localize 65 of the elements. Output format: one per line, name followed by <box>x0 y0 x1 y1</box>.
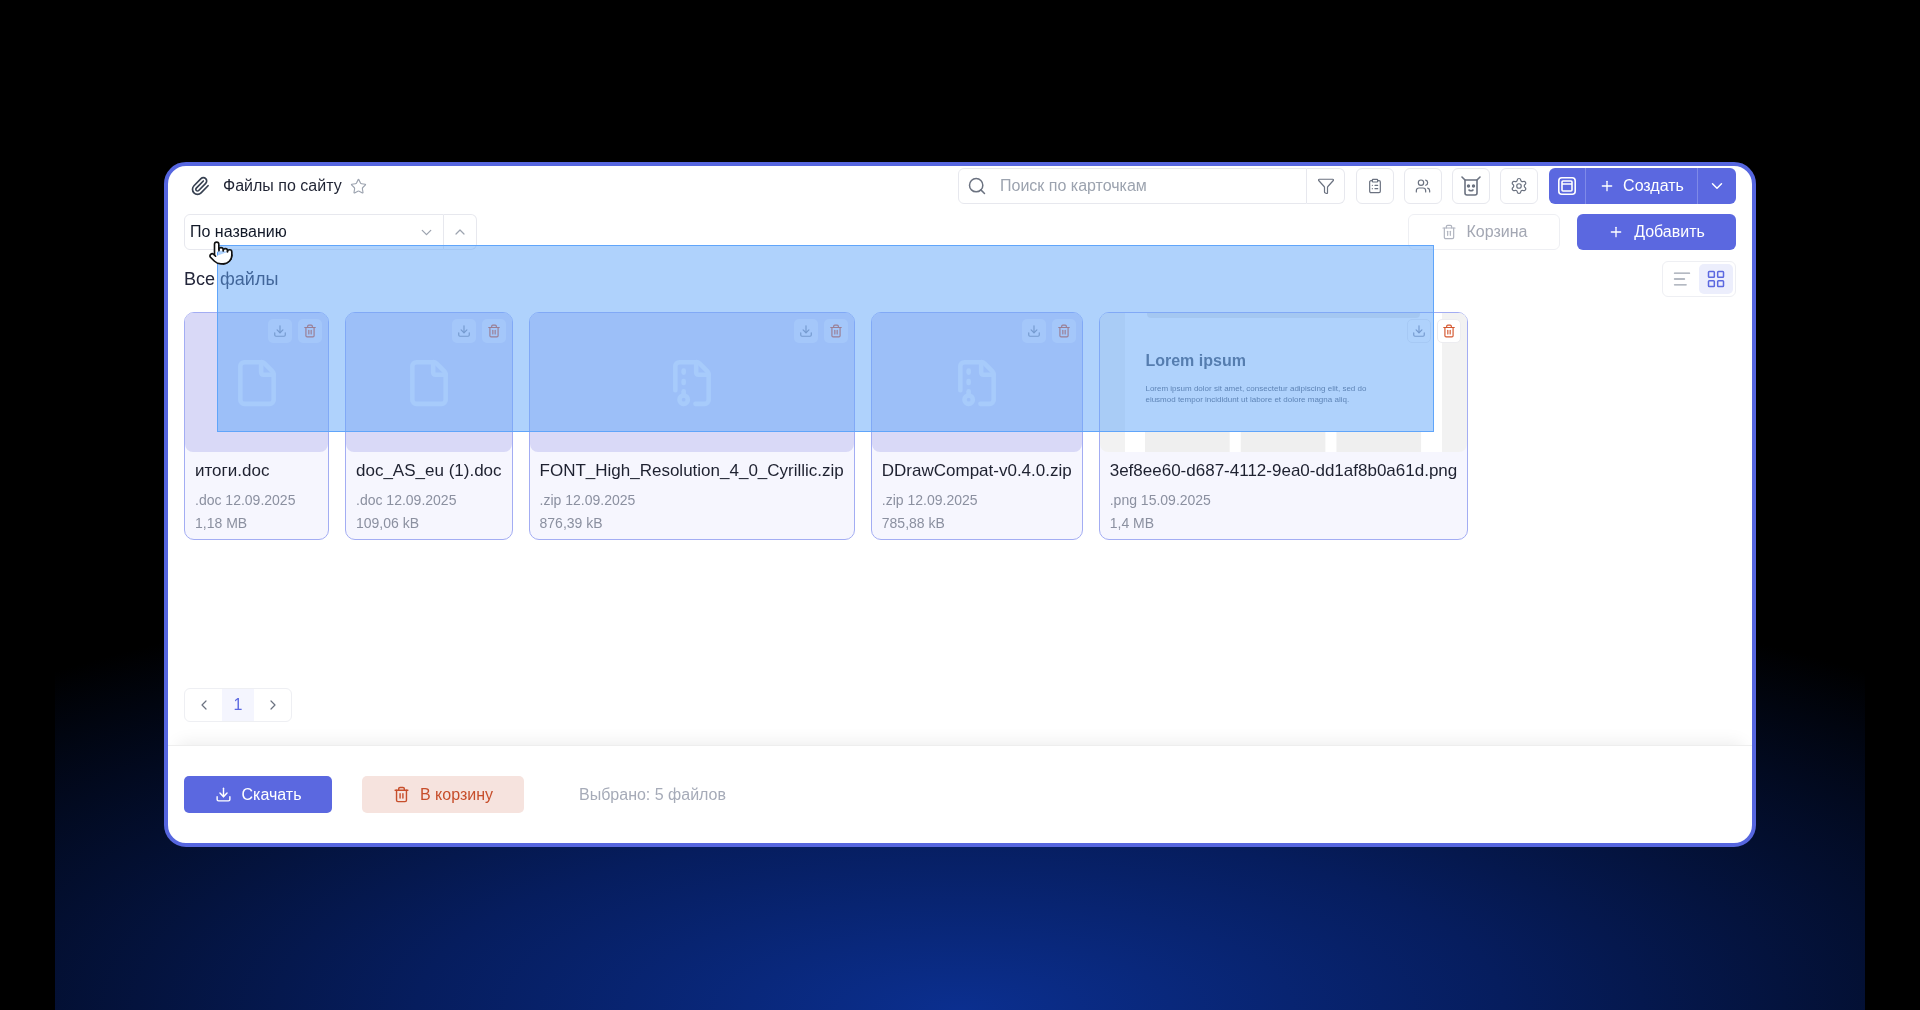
move-to-trash-button[interactable]: В корзину <box>362 776 524 813</box>
trash-icon <box>1056 324 1071 338</box>
file-card[interactable]: Lorem ipsum Lorem ipsum dolor sit amet, consectetur adipiscing elit, sed do eiusmod tempor incididunt ut labore et dolore magna aliq. 3ef8ee60-d687-4112-9ea0-dd1af8b0a61d.png .png 15.09.2025 1,4 MB <box>1098 312 1469 540</box>
settings-button[interactable] <box>1500 168 1538 204</box>
file-size: 109,06 kB <box>356 514 421 533</box>
selection-status: Выбрано: 5 файлов <box>579 784 726 805</box>
trash-icon <box>828 324 843 338</box>
add-button[interactable]: Добавить <box>1577 214 1736 250</box>
favorite-button[interactable] <box>349 177 367 195</box>
grid-view-button[interactable] <box>1699 264 1733 294</box>
file-name: итоги.doc <box>195 461 271 481</box>
download-button[interactable]: Скачать <box>184 776 332 813</box>
download-icon <box>273 324 287 338</box>
file-card[interactable]: DDrawCompat-v0.4.0.zip .zip 12.09.2025 785,88 kB <box>870 312 1083 540</box>
file-details: .zip 12.09.2025 <box>539 491 637 510</box>
file-size: 1,4 MB <box>1109 514 1156 533</box>
window-icon <box>1558 177 1576 195</box>
download-icon <box>214 786 232 803</box>
search-icon <box>967 176 987 196</box>
animal-face-button[interactable] <box>1452 168 1490 204</box>
filter-icon <box>1316 177 1335 195</box>
grid-icon <box>1706 269 1726 289</box>
preview-text: Lorem ipsum dolor sit amet, consectetur adipiscing elit, sed do eiusmod tempor incididunt ut labore et dolore magna aliq. <box>1145 383 1368 405</box>
preview-title: Lorem ipsum <box>1145 351 1247 371</box>
search-field[interactable]: Поиск по карточкам <box>958 168 1307 204</box>
page-button[interactable]: 1 <box>222 689 254 721</box>
trash-icon <box>486 324 501 338</box>
file-card[interactable]: FONT_High_Resolution_4_0_Cyrillic.zip .zip 12.09.2025 876,39 kB <box>528 312 855 540</box>
section-title: Все файлы <box>184 267 279 291</box>
download-button[interactable] <box>1407 319 1432 343</box>
file-card[interactable]: doc_AS_eu (1).doc .doc 12.09.2025 109,06 kB <box>345 312 513 540</box>
star-icon <box>349 177 367 195</box>
file-details: .doc 12.09.2025 <box>356 491 458 510</box>
trash-icon <box>303 324 317 338</box>
clipboard-button[interactable] <box>1356 168 1394 204</box>
file-details: .zip 12.09.2025 <box>881 491 979 510</box>
file-details: .doc 12.09.2025 <box>195 491 297 510</box>
download-icon <box>456 324 471 338</box>
file-size: 1,18 MB <box>195 514 249 533</box>
download-icon <box>1026 324 1041 338</box>
clipboard-icon <box>1367 178 1383 194</box>
file-size: 876,39 kB <box>539 514 604 533</box>
file-name: doc_AS_eu (1).doc <box>356 461 502 481</box>
file-name: DDrawCompat-v0.4.0.zip <box>881 461 1072 481</box>
trash-icon <box>393 786 410 803</box>
trash-icon <box>1442 324 1457 338</box>
download-icon <box>1412 324 1427 338</box>
users-icon <box>1415 178 1431 194</box>
paperclip-icon <box>190 176 210 196</box>
animal-face-icon <box>1461 176 1481 196</box>
download-icon <box>798 324 813 338</box>
file-card[interactable]: итоги.doc .doc 12.09.2025 1,18 MB <box>184 312 329 540</box>
create-button[interactable]: Создать <box>1586 168 1698 204</box>
filter-button[interactable] <box>1307 168 1345 204</box>
trash-icon <box>1440 224 1457 240</box>
users-button[interactable] <box>1404 168 1442 204</box>
sort-direction-button[interactable] <box>444 214 477 250</box>
page-title: Файлы по сайту <box>223 176 342 196</box>
file-details: .png 15.09.2025 <box>1109 491 1212 510</box>
hand-cursor-icon <box>208 240 234 266</box>
file-name: 3ef8ee60-d687-4112-9ea0-dd1af8b0a61d.png <box>1109 461 1458 481</box>
file-name: FONT_High_Resolution_4_0_Cyrillic.zip <box>539 461 844 481</box>
delete-button[interactable] <box>1437 319 1462 343</box>
file-size: 785,88 kB <box>881 514 946 533</box>
settings-icon <box>1510 177 1528 195</box>
